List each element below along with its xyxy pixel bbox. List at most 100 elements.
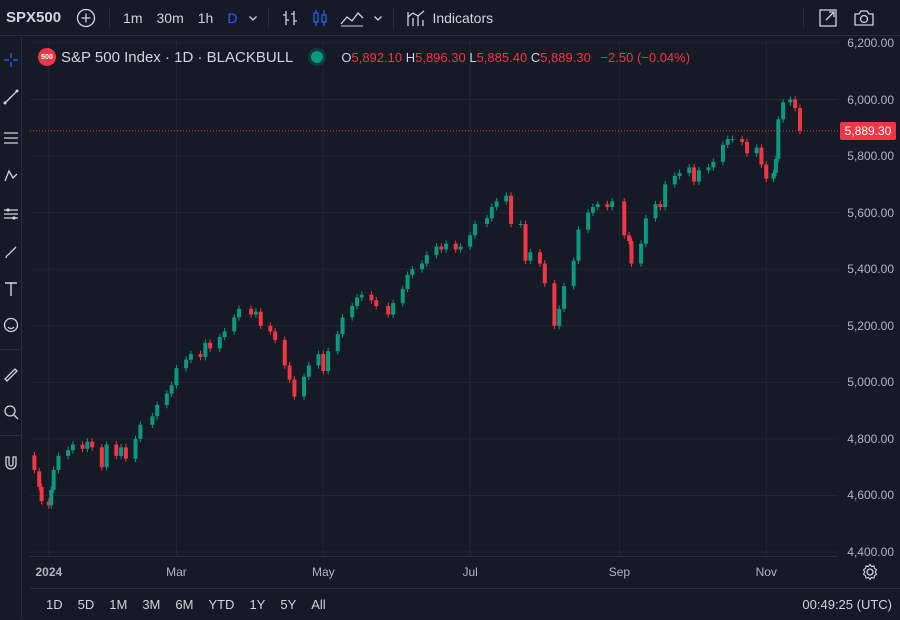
ohlc-values: O5,892.10 H5,896.30 L5,885.40 C5,889.30 …	[341, 50, 690, 65]
price-axis-label: 4,800.00	[847, 431, 894, 446]
time-axis[interactable]: 2024 Mar May Jul Sep Nov	[30, 556, 838, 585]
range-1d[interactable]: 1D	[38, 597, 70, 612]
range-6m[interactable]: 6M	[167, 597, 200, 612]
magnet-icon	[5, 456, 17, 470]
candles-icon	[313, 9, 328, 26]
candle-body	[627, 235, 632, 241]
candle-body	[518, 223, 523, 225]
chart-pane[interactable]	[30, 40, 838, 556]
candles-style-button[interactable]	[305, 0, 335, 36]
plus-circle-icon	[76, 8, 96, 27]
change-value: −2.50 (−0.04%)	[600, 49, 691, 65]
magnet-tool[interactable]	[0, 448, 22, 478]
candle-body	[605, 204, 610, 208]
price-axis-label: 5,600.00	[847, 205, 894, 220]
candle-body	[653, 204, 658, 219]
candlestick-chart	[30, 40, 838, 556]
candle-body	[629, 240, 634, 264]
candle-body	[509, 195, 514, 224]
timeframe-dropdown[interactable]	[244, 0, 262, 36]
candle-body	[359, 294, 364, 298]
candle-body	[696, 170, 701, 182]
measure-tool[interactable]	[0, 360, 22, 390]
candle-body	[104, 444, 109, 468]
indicators-button[interactable]: Indicators	[400, 0, 499, 36]
range-ytd[interactable]: YTD	[200, 597, 241, 612]
brush-tool[interactable]	[0, 237, 22, 267]
candle-body	[586, 212, 591, 230]
prediction-tool[interactable]	[0, 199, 22, 229]
range-5d[interactable]: 5D	[70, 597, 102, 612]
pattern-icon	[4, 169, 18, 182]
range-5y[interactable]: 5Y	[272, 597, 303, 612]
range-3m[interactable]: 3M	[134, 597, 167, 612]
candle-body	[138, 424, 143, 439]
crosshair-tool[interactable]	[0, 45, 22, 75]
candle-body	[552, 283, 557, 326]
symbol-search[interactable]: SPX500	[0, 0, 69, 36]
indicators-icon	[407, 10, 425, 26]
candle-body	[754, 147, 759, 154]
trend-line-tool[interactable]	[0, 82, 22, 112]
open-label: O	[341, 49, 352, 65]
price-axis-label: 5,800.00	[847, 149, 894, 164]
range-1m[interactable]: 1M	[101, 597, 134, 612]
candle-body	[523, 223, 528, 261]
candle-body	[119, 447, 124, 456]
area-style-button[interactable]	[335, 0, 369, 36]
pattern-tool[interactable]	[0, 161, 22, 191]
chart-settings-button[interactable]	[860, 562, 880, 582]
timeframe-1h[interactable]: 1h	[191, 0, 221, 36]
symbol-title[interactable]: S&P 500 Index · 1D · BLACKBULL	[61, 49, 293, 66]
timeframe-1m[interactable]: 1m	[116, 0, 149, 36]
text-tool[interactable]	[0, 274, 22, 304]
trend-line-icon	[3, 89, 19, 105]
time-axis-label: Sep	[608, 565, 631, 579]
candle-body	[610, 201, 615, 208]
candle-body	[316, 354, 321, 366]
candle-body	[424, 255, 429, 264]
emoji-tool[interactable]	[0, 310, 22, 340]
fullscreen-button[interactable]	[810, 0, 846, 36]
candle-body	[706, 167, 711, 171]
screenshot-button[interactable]	[846, 0, 882, 36]
candle-body	[622, 201, 627, 236]
utc-clock[interactable]: 00:49:25 (UTC)	[802, 597, 892, 612]
fib-tool[interactable]	[0, 123, 22, 153]
sliders-icon	[4, 208, 18, 220]
range-all[interactable]: All	[303, 597, 332, 612]
candle-body	[391, 303, 396, 315]
candle-body	[51, 469, 56, 490]
time-axis-label: Mar	[166, 565, 187, 579]
current-price-tag: 5,889.30	[840, 121, 896, 140]
candle-body	[203, 342, 208, 357]
candle-body	[326, 351, 331, 372]
bar-style-button[interactable]	[275, 0, 305, 36]
zoom-icon	[4, 405, 19, 420]
candle-body	[282, 339, 287, 366]
chart-style-dropdown[interactable]	[369, 0, 387, 36]
candle-body	[39, 486, 44, 502]
candle-body	[453, 243, 458, 250]
candle-body	[725, 139, 730, 145]
candle-body	[386, 305, 391, 315]
candle-body	[494, 201, 499, 208]
range-1y[interactable]: 1Y	[241, 597, 272, 612]
indicators-label: Indicators	[432, 9, 494, 26]
add-symbol-button[interactable]	[69, 0, 103, 36]
candle-body	[174, 368, 179, 386]
candle-body	[720, 144, 725, 162]
price-axis[interactable]: 6,200.00 6,000.00 5,800.00 5,600.00 5,400.00…	[838, 36, 900, 559]
candle-body	[677, 173, 682, 176]
candle-body	[37, 471, 42, 487]
timeframe-30m[interactable]: 30m	[150, 0, 191, 36]
smiley-icon	[3, 317, 19, 333]
zoom-tool[interactable]	[0, 397, 22, 427]
candle-body	[458, 246, 463, 250]
candle-body	[287, 365, 292, 380]
market-status-icon[interactable]	[311, 51, 324, 63]
timeframe-d[interactable]: D	[220, 0, 244, 36]
candle-body	[420, 263, 424, 270]
price-axis-label: 4,600.00	[847, 488, 894, 503]
price-axis-label: 6,200.00	[847, 36, 894, 50]
